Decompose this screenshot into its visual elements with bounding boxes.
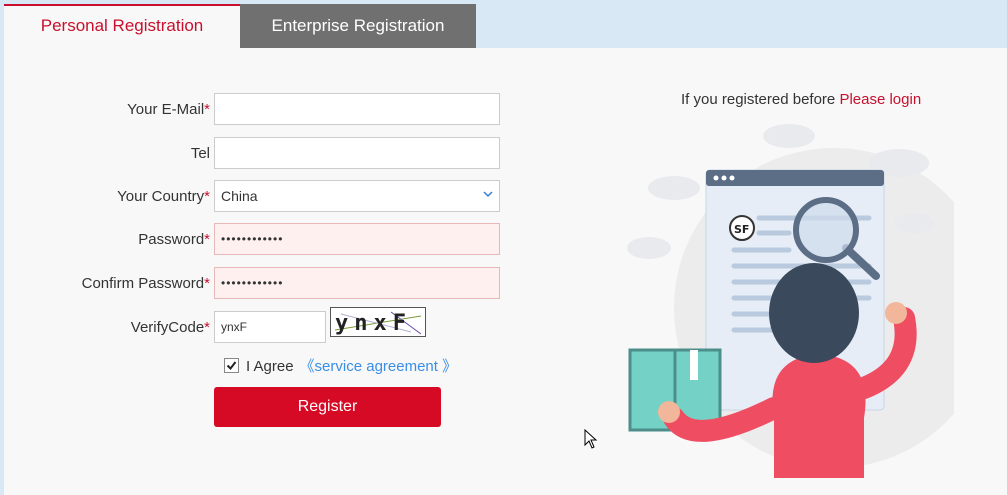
tab-enterprise-registration[interactable]: Enterprise Registration [240,4,476,48]
tel-field[interactable] [214,137,500,169]
mouse-cursor-icon [584,429,598,449]
password-value: •••••••••••• [221,232,284,246]
verify-code-field[interactable] [214,311,326,343]
email-label: Your E-Mail* [127,101,210,118]
tel-label: Tel [190,145,210,162]
verify-label: VerifyCode* [130,319,210,336]
registration-tabs: Personal Registration Enterprise Registr… [4,4,1007,48]
sf-logo-text: SF [734,223,749,236]
registration-illustration: SF [627,124,954,478]
captcha-graphic: ynxF [334,311,422,336]
login-prompt: If you registered before Please login [681,91,921,108]
confirm-password-label: Confirm Password* [81,275,210,292]
captcha-text: ynxF [335,311,412,336]
login-link[interactable]: Please login [839,91,921,108]
captcha-image[interactable]: ynxF [330,307,426,337]
registration-panel: Your E-Mail* Tel Your Country* China Pas… [4,48,1007,495]
country-select[interactable]: China [214,180,500,212]
service-agreement-link[interactable]: 《service agreement 》 [300,358,458,375]
tab-personal-registration[interactable]: Personal Registration [4,4,240,48]
login-prefix: If you registered before [681,91,836,108]
agree-checkbox[interactable] [224,358,239,373]
confirm-password-value: •••••••••••• [221,276,284,290]
country-label: Your Country* [117,188,210,205]
agree-label: I Agree [246,358,294,375]
chevron-down-icon [483,191,493,198]
country-value: China [221,188,258,204]
password-field[interactable]: •••••••••••• [214,223,500,255]
password-label: Password* [138,231,210,248]
checkmark-icon [226,361,237,371]
confirm-password-field[interactable]: •••••••••••• [214,267,500,299]
register-button[interactable]: Register [214,387,441,427]
email-field[interactable] [214,93,500,125]
agree-row: I Agree 《service agreement 》 [224,355,457,376]
